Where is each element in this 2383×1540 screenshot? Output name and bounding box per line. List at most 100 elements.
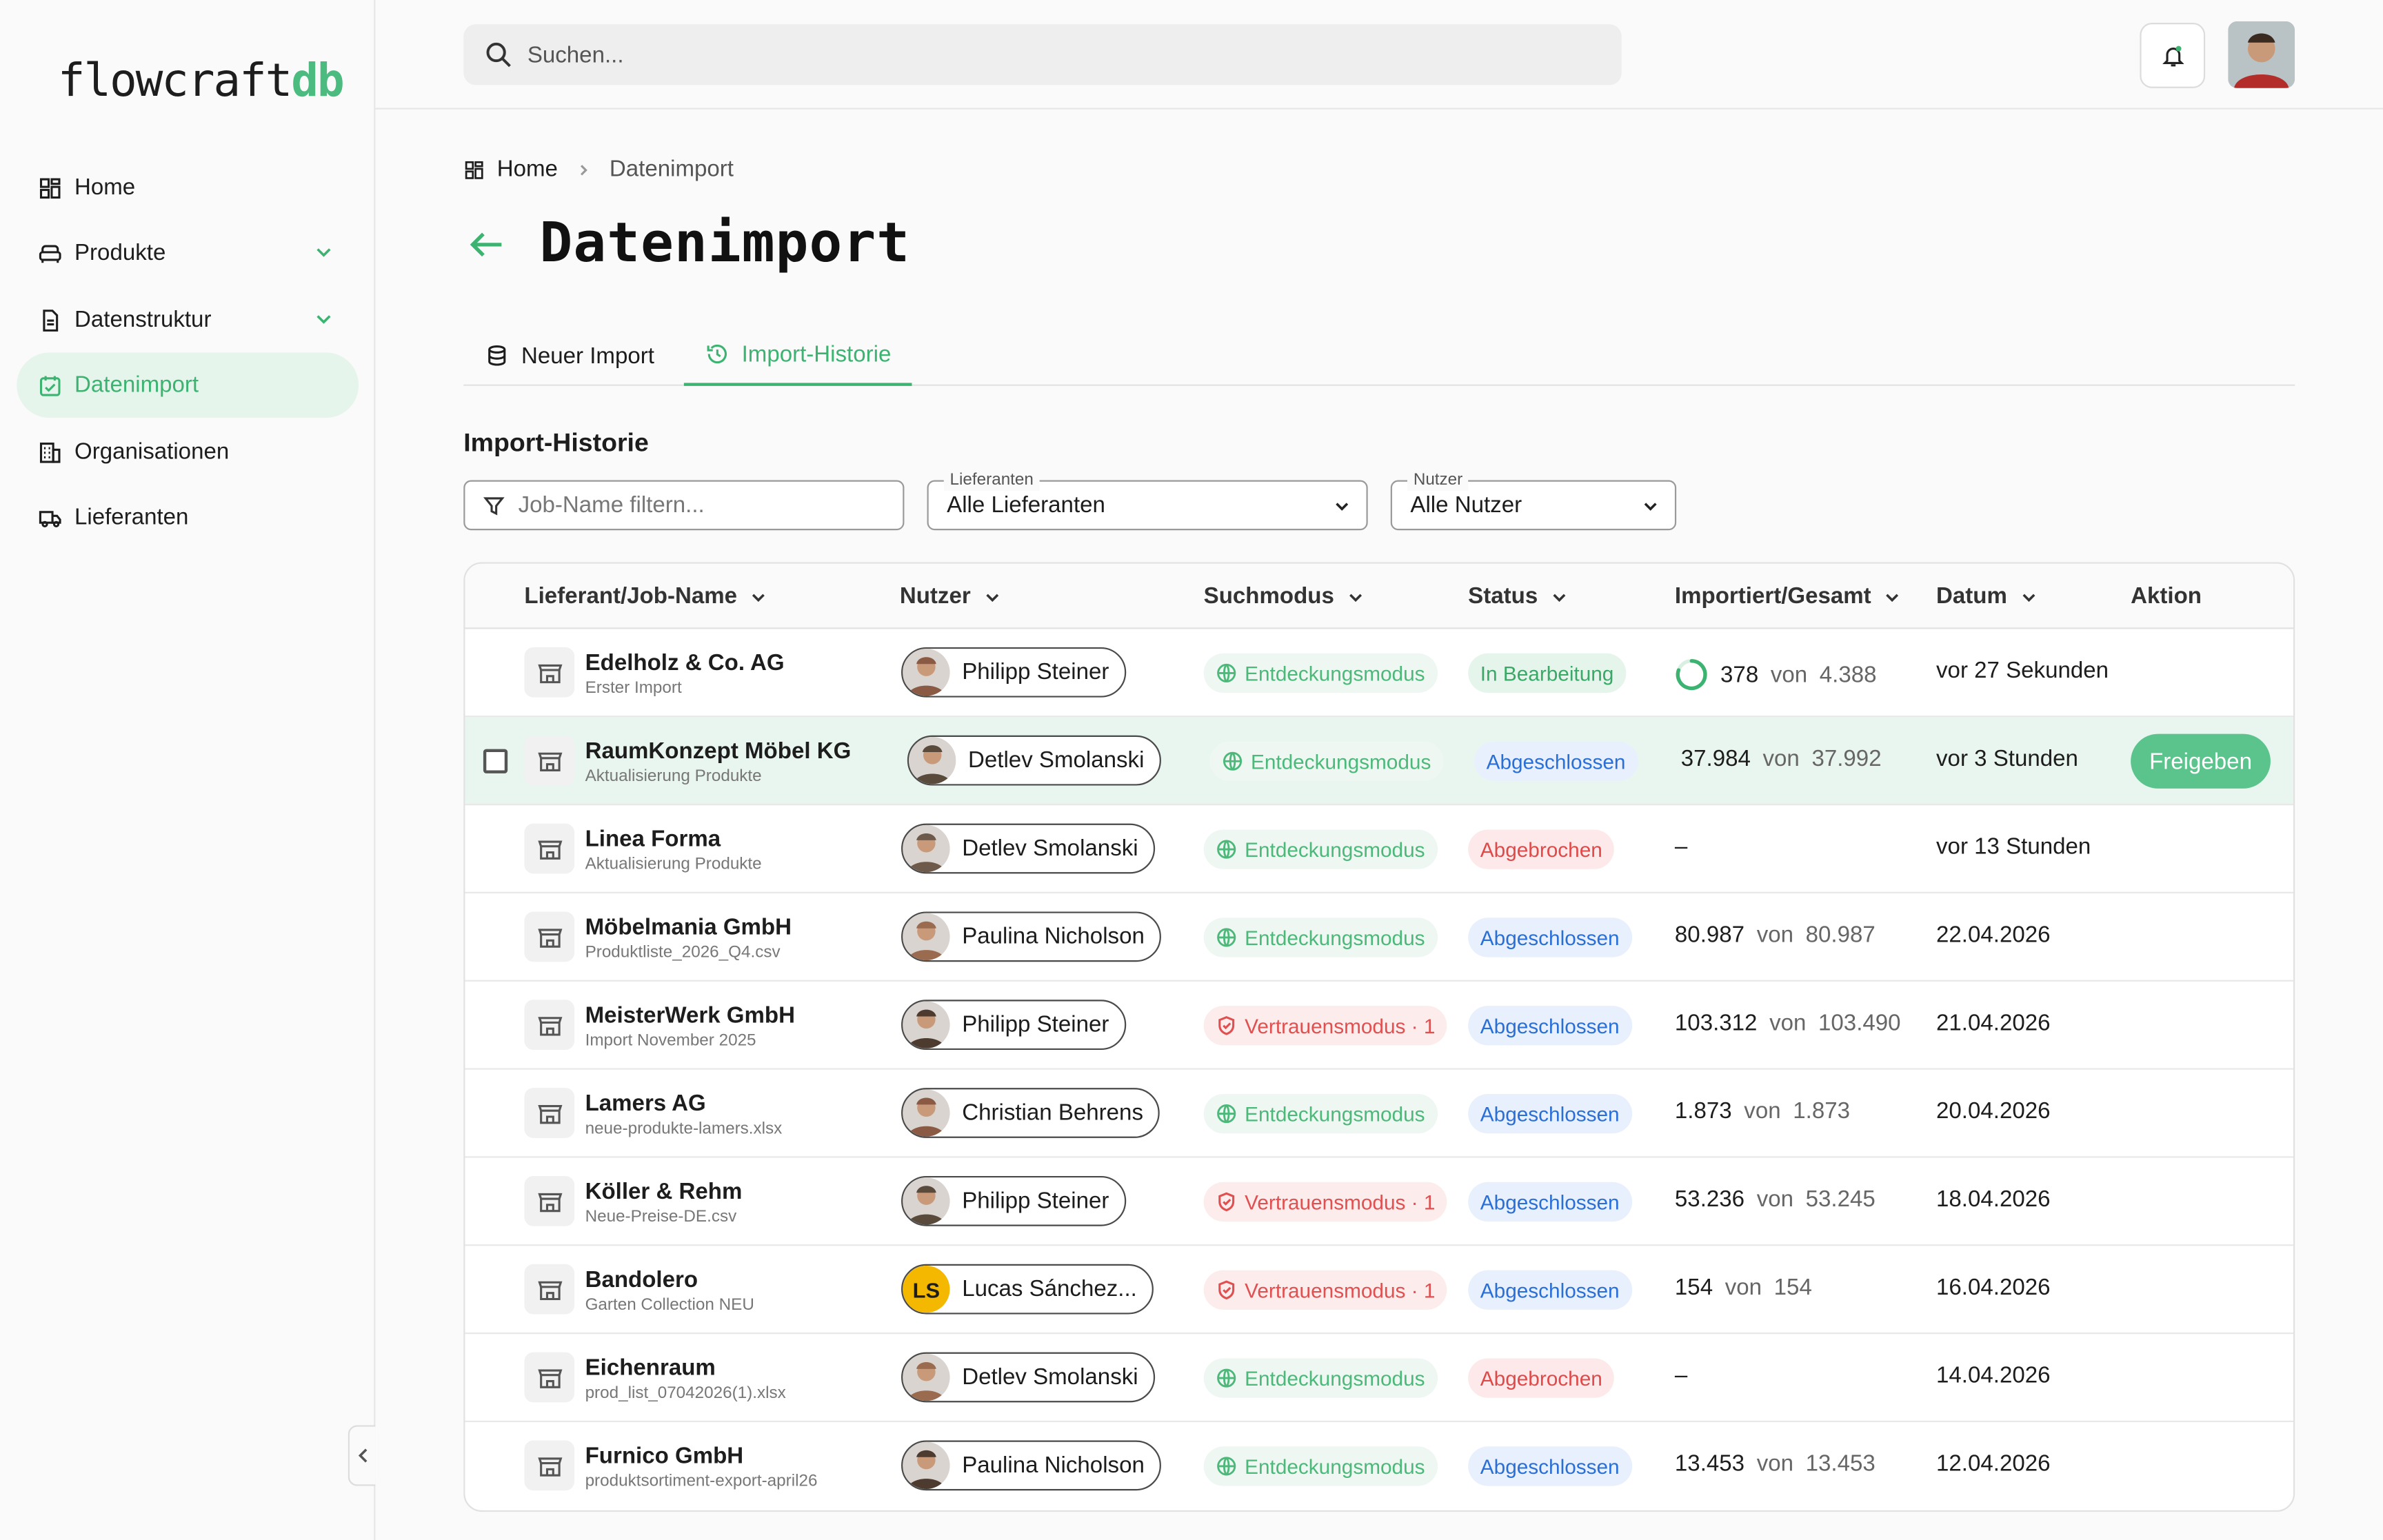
user-chip[interactable]: Detlev Smolanski <box>901 1352 1155 1403</box>
supplier-name[interactable]: Linea Forma <box>585 827 721 852</box>
column-header-label: Datum <box>1936 583 2007 609</box>
collapse-sidebar-button[interactable] <box>348 1425 376 1486</box>
user-chip[interactable]: Paulina Nicholson <box>901 1440 1162 1491</box>
tab-neuer-import[interactable]: Neuer Import <box>463 325 676 386</box>
imported-value: 154 <box>1674 1275 1713 1301</box>
chevron-down-icon[interactable] <box>313 308 334 330</box>
supplier-name[interactable]: Eichenraum <box>585 1355 716 1381</box>
column-header-user[interactable]: Nutzer <box>900 583 1001 609</box>
table-row[interactable]: Lamers AG neue-produkte-lamers.xlsx Christ… <box>465 1070 2293 1158</box>
column-header-supplier[interactable]: Lieferant/Job-Name <box>524 583 767 609</box>
shield-icon <box>1218 1280 1235 1300</box>
history-icon <box>707 344 727 364</box>
user-avatar <box>909 736 956 784</box>
supplier-select[interactable]: Lieferanten Alle Lieferanten <box>927 469 1368 531</box>
user-chip[interactable]: Philipp Steiner <box>901 1000 1126 1051</box>
job-name-filter[interactable] <box>463 480 905 531</box>
job-name: Aktualisierung Produkte <box>585 767 762 786</box>
tab-import-historie[interactable]: Import-Historie <box>683 325 913 386</box>
supplier-name[interactable]: MeisterWerk GmbH <box>585 1003 795 1029</box>
table-row[interactable]: Köller & Rehm Neue-Preise-DE.csv Philipp S… <box>465 1158 2293 1246</box>
chevron-down-icon[interactable] <box>313 241 334 263</box>
supplier-name[interactable]: Edelholz & Co. AG <box>585 650 785 676</box>
von-label: von <box>1770 661 1808 688</box>
store-icon <box>537 1457 562 1476</box>
column-header-date[interactable]: Datum <box>1936 583 2038 609</box>
supplier-logo <box>524 647 575 698</box>
user-select[interactable]: Nutzer Alle Nutzer <box>1390 469 1677 531</box>
search-mode-badge: Vertrauensmodus · 1 <box>1203 1182 1448 1222</box>
sidebar-item-organisationen[interactable]: Organisationen <box>17 419 359 485</box>
user-chip[interactable]: LS Lucas Sánchez... <box>901 1264 1154 1315</box>
imported-count: – <box>1675 1363 1687 1388</box>
tab-label: Import-Historie <box>741 341 892 367</box>
supplier-name[interactable]: Möbelmania GmbH <box>585 915 792 940</box>
imported-count: 13.453 von 13.453 <box>1675 1451 1876 1477</box>
user-chip[interactable]: Philipp Steiner <box>901 647 1126 698</box>
table-row[interactable]: Linea Forma Aktualisierung Produkte Detlev… <box>465 805 2293 894</box>
table-row[interactable]: Möbelmania GmbH Produktliste_2026_Q4.csv P… <box>465 893 2293 982</box>
user-avatar[interactable] <box>2228 21 2295 88</box>
supplier-logo <box>524 1175 575 1226</box>
breadcrumb: Home Datenimport <box>463 156 734 182</box>
supplier-logo <box>524 1440 575 1491</box>
column-header-label: Aktion <box>2131 583 2202 609</box>
table-row[interactable]: Eichenraum prod_list_07042026(1).xlsx Detl… <box>465 1334 2293 1423</box>
notifications-button[interactable] <box>2140 23 2206 88</box>
user-chip[interactable]: Detlev Smolanski <box>907 735 1161 786</box>
status-badge: Abgebrochen <box>1468 1358 1615 1398</box>
row-checkbox[interactable] <box>483 749 508 773</box>
search-bar[interactable] <box>463 24 1622 85</box>
job-name: produktsortiment-export-april26 <box>585 1472 818 1491</box>
column-header-status[interactable]: Status <box>1468 583 1568 609</box>
store-icon <box>537 1368 562 1388</box>
user-chip[interactable]: Christian Behrens <box>901 1088 1160 1138</box>
job-name: Import November 2025 <box>585 1031 756 1051</box>
sidebar-item-datenstruktur[interactable]: Datenstruktur <box>17 287 359 353</box>
job-name-filter-input[interactable] <box>518 492 868 518</box>
user-avatar <box>903 1353 950 1401</box>
table-row[interactable]: Edelholz & Co. AG Erster Import Philipp St… <box>465 629 2293 718</box>
supplier-name[interactable]: Bandolero <box>585 1267 698 1293</box>
status-badge: Abgeschlossen <box>1468 1182 1632 1222</box>
sidebar-item-datenimport[interactable]: Datenimport <box>17 352 359 418</box>
store-icon <box>537 1280 562 1299</box>
table-row[interactable]: MeisterWerk GmbH Import November 2025 Phil… <box>465 982 2293 1070</box>
search-input[interactable] <box>527 41 1561 68</box>
user-avatar-icon <box>903 1177 950 1225</box>
user-avatar <box>903 1001 950 1048</box>
store-icon <box>537 751 562 771</box>
app-logo[interactable]: flowcraftdb <box>58 54 345 108</box>
column-header-label: Lieferant/Job-Name <box>524 583 738 609</box>
supplier-name[interactable]: RaumKonzept Möbel KG <box>585 738 852 764</box>
page-title: Datenimport <box>539 212 911 275</box>
user-chip[interactable]: Paulina Nicholson <box>901 911 1162 962</box>
user-avatar <box>903 1177 950 1225</box>
import-date: 16.04.2026 <box>1936 1275 2051 1301</box>
table-row[interactable]: RaumKonzept Möbel KG Aktualisierung Produ… <box>465 717 2293 806</box>
supplier-name[interactable]: Lamers AG <box>585 1091 706 1117</box>
supplier-name[interactable]: Köller & Rehm <box>585 1179 743 1204</box>
sidebar-item-produkte[interactable]: Produkte <box>17 221 359 286</box>
release-button[interactable]: Freigeben <box>2131 733 2271 789</box>
user-chip[interactable]: Detlev Smolanski <box>901 823 1155 874</box>
column-header-search-mode[interactable]: Suchmodus <box>1204 583 1365 609</box>
chevron-down-icon <box>1349 593 1362 602</box>
sidebar-item-label: Organisationen <box>74 438 230 465</box>
sidebar-item-lieferanten[interactable]: Lieferanten <box>17 485 359 550</box>
import-date: 18.04.2026 <box>1936 1186 2051 1213</box>
column-header-imported[interactable]: Importiert/Gesamt <box>1675 583 1902 609</box>
table-row[interactable]: Bandolero Garten Collection NEU LS Lucas Sá… <box>465 1246 2293 1335</box>
table-row[interactable]: Furnico GmbH produktsortiment-export-apri… <box>465 1422 2293 1510</box>
user-avatar <box>903 913 950 960</box>
back-button[interactable] <box>463 221 509 267</box>
column-header-action: Aktion <box>2131 583 2202 609</box>
supplier-name[interactable]: Furnico GmbH <box>585 1443 744 1469</box>
chevron-down-icon <box>1886 593 1899 602</box>
sidebar-item-home[interactable]: Home <box>17 155 359 221</box>
user-chip[interactable]: Philipp Steiner <box>901 1175 1126 1226</box>
breadcrumb-home[interactable]: Home <box>497 156 558 182</box>
imported-value: 1.873 <box>1674 1098 1732 1125</box>
imported-count: 80.987 von 80.987 <box>1675 922 1876 948</box>
user-photo-icon <box>2228 21 2295 88</box>
